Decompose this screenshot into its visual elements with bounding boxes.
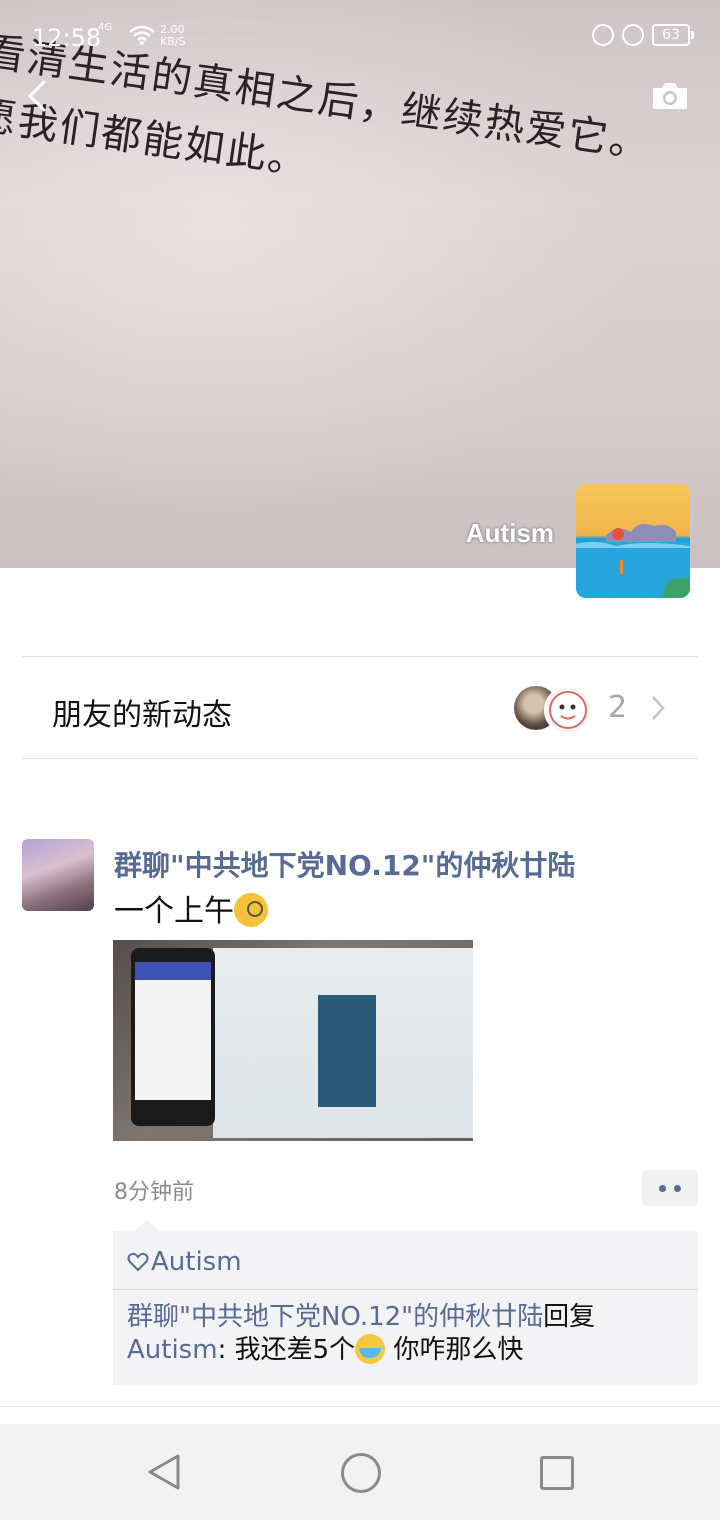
divider	[22, 758, 698, 759]
wifi-icon	[129, 25, 155, 45]
post-author-avatar[interactable]	[22, 839, 94, 911]
nav-recent-icon[interactable]	[540, 1456, 574, 1490]
alarm-icon	[622, 24, 644, 46]
likes-row: Autism	[127, 1245, 242, 1279]
post-image-phone-toolbar	[135, 962, 211, 980]
comment-divider	[113, 1289, 698, 1290]
friend-avatar-artwork	[549, 691, 587, 729]
cover-photo[interactable]: 看清生活的真相之后，继续热爱它。 愿我们都能如此。	[0, 0, 720, 568]
crying-laughing-emoji-icon	[355, 1334, 386, 1364]
status-time: 12:58	[32, 24, 102, 52]
comment-reply-word: 回复	[543, 1302, 596, 1332]
comment-item[interactable]: 群聊"中共地下党NO.12"的仲秋廿陆回复 Autism: 我还差5个 你咋那么…	[127, 1301, 687, 1367]
profile-avatar[interactable]	[576, 484, 690, 598]
status-right: 63	[592, 24, 694, 46]
profile-name[interactable]: Autism	[466, 518, 554, 549]
back-icon[interactable]	[22, 78, 52, 114]
post-image-panel	[318, 995, 376, 1107]
friends-updates-count: 2	[608, 690, 628, 725]
avatar-artwork	[576, 524, 690, 598]
like-user[interactable]: Autism	[151, 1247, 242, 1277]
more-icon	[659, 1185, 666, 1192]
network-type: 4G	[98, 22, 113, 33]
nav-home-icon[interactable]	[341, 1453, 381, 1493]
divider	[22, 656, 698, 657]
more-icon	[674, 1185, 681, 1192]
battery-indicator: 63	[652, 24, 694, 46]
heart-icon	[127, 1252, 149, 1272]
post-image[interactable]	[113, 940, 473, 1141]
comment-text-after: 你咋那么快	[385, 1335, 524, 1365]
post-author[interactable]: 群聊"中共地下党NO.12"的仲秋廿陆	[114, 844, 575, 884]
comment-box: Autism 群聊"中共地下党NO.12"的仲秋廿陆回复 Autism: 我还差…	[113, 1219, 698, 1385]
divider	[0, 1406, 720, 1407]
monocle-emoji-icon	[234, 893, 268, 927]
system-nav-bar	[0, 1424, 720, 1520]
comment-target[interactable]: Autism	[127, 1335, 218, 1365]
lock-rotation-icon	[592, 24, 614, 46]
comment-text-before: 我还差5个	[234, 1335, 356, 1365]
post-timestamp: 8分钟前	[114, 1180, 194, 1205]
status-bar: 12:58 4G 2.00 KB/S 63	[0, 0, 720, 72]
nav-back-icon[interactable]	[146, 1452, 182, 1492]
camera-icon[interactable]	[650, 80, 690, 112]
post-text-content: 一个上午	[114, 894, 234, 929]
network-speed: 2.00 KB/S	[160, 24, 185, 48]
more-button[interactable]	[642, 1170, 698, 1206]
friends-updates-label: 朋友的新动态	[52, 698, 232, 733]
network-speed-unit: KB/S	[160, 35, 186, 48]
post-image-phone-screen	[135, 962, 211, 1100]
chevron-right-icon	[652, 696, 665, 720]
post-text: 一个上午	[114, 886, 268, 930]
friend-avatar	[544, 686, 592, 734]
comment-replier[interactable]: 群聊"中共地下党NO.12"的仲秋廿陆	[127, 1302, 543, 1332]
comment-separator: :	[217, 1335, 235, 1365]
friends-updates-row[interactable]: 朋友的新动态 2	[22, 658, 698, 758]
